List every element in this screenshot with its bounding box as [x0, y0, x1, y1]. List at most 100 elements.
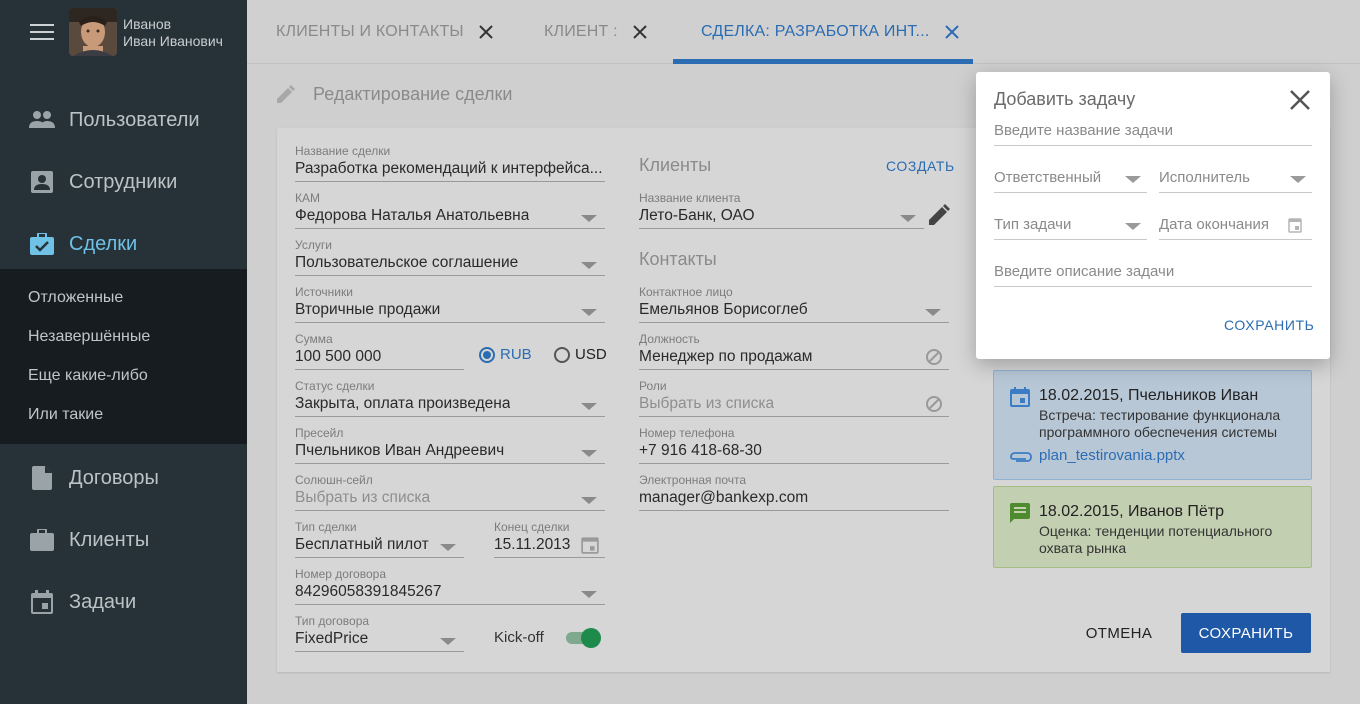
tab-bar: КЛИЕНТЫ И КОНТАКТЫ КЛИЕНТ : СДЕЛКА: РАЗР… — [247, 0, 1360, 64]
sidebar-item-tasks[interactable]: Задачи — [0, 571, 247, 633]
currency-radio-usd[interactable]: USD — [554, 346, 607, 363]
create-client-button[interactable]: СОЗДАТЬ — [886, 158, 955, 174]
task-type-select[interactable]: Тип задачи — [994, 214, 1147, 240]
radio-checked-icon — [479, 346, 495, 363]
due-date-field[interactable]: Дата окончания — [1159, 214, 1312, 240]
deal-type-select[interactable]: Тип сделки Бесплатный пилот — [295, 520, 464, 558]
field-placeholder: Введите название задачи — [994, 122, 1173, 139]
pencil-icon — [277, 84, 297, 105]
field-placeholder: Ответственный — [994, 169, 1102, 186]
responsible-select[interactable]: Ответственный — [994, 167, 1147, 193]
field-value: 84296058391845267 — [295, 583, 442, 600]
email-field[interactable]: Электронная почта manager@bankexp.com — [639, 473, 949, 511]
avatar[interactable] — [69, 8, 117, 56]
chevron-down-icon — [1125, 223, 1141, 230]
user-name: Иванов Иван Иванович — [123, 16, 223, 50]
task-description-input[interactable]: Введите описание задачи — [994, 261, 1312, 287]
calendar-icon[interactable] — [1288, 217, 1302, 233]
close-icon[interactable] — [632, 24, 648, 40]
chevron-down-icon — [581, 591, 597, 598]
presale-select[interactable]: Пресейл Пчельников Иван Андреевич — [295, 426, 605, 464]
badge-icon — [29, 169, 55, 195]
tab-client[interactable]: КЛИЕНТ : — [544, 0, 648, 64]
sidebar-item-users[interactable]: Пользователи — [0, 89, 247, 151]
field-value: Пчельников Иван Андреевич — [295, 442, 505, 459]
contract-type-select[interactable]: Тип договора FixedPrice — [295, 614, 464, 652]
pencil-icon[interactable] — [928, 204, 950, 226]
sources-select[interactable]: Источники Вторичные продажи — [295, 285, 605, 323]
services-select[interactable]: Услуги Пользовательское соглашение — [295, 238, 605, 276]
save-button[interactable]: СОХРАНИТЬ — [1181, 613, 1311, 653]
cancel-button[interactable]: ОТМЕНА — [1072, 613, 1166, 653]
submenu-item[interactable]: Или такие — [28, 406, 103, 424]
field-value: +7 916 418-68-30 — [639, 442, 762, 459]
page-header: Редактирование сделки — [277, 84, 512, 105]
tab-clients-contacts[interactable]: КЛИЕНТЫ И КОНТАКТЫ — [276, 0, 494, 64]
field-placeholder: Выбрать из списка — [639, 395, 775, 412]
field-label: Тип договора — [295, 614, 370, 628]
solution-sale-select[interactable]: Солюшн-сейл Выбрать из списка — [295, 473, 605, 511]
activity-card[interactable]: 18.02.2015, Иванов Пётр Оценка: тенденци… — [993, 486, 1312, 568]
submenu-item[interactable]: Еще какие-либо — [28, 367, 148, 385]
radio-unchecked-icon — [554, 346, 570, 363]
executor-select[interactable]: Исполнитель — [1159, 167, 1312, 193]
field-label: Тип сделки — [295, 520, 357, 534]
field-value: Разработка рекомендаций к интерфейса... — [295, 160, 603, 177]
position-field[interactable]: Должность Менеджер по продажам — [639, 332, 949, 370]
field-value: Пользовательское соглашение — [295, 254, 519, 271]
page-title: Редактирование сделки — [313, 84, 513, 104]
active-tab-indicator — [673, 59, 973, 64]
phone-field[interactable]: Номер телефона +7 916 418-68-30 — [639, 426, 949, 464]
contract-number-select[interactable]: Номер договора 84296058391845267 — [295, 567, 605, 605]
task-name-input[interactable]: Введите название задачи — [994, 120, 1312, 146]
roles-field[interactable]: Роли Выбрать из списка — [639, 379, 949, 417]
deal-end-date-field[interactable]: Конец сделки 15.11.2013 — [494, 520, 605, 558]
field-value: Закрыта, оплата произведена — [295, 395, 511, 412]
sidebar-item-contracts[interactable]: Договоры — [0, 447, 247, 509]
chevron-down-icon — [581, 497, 597, 504]
activity-card[interactable]: 18.02.2015, Пчельников Иван Встреча: тес… — [993, 370, 1312, 480]
activity-date: 18.02.2015, — [1039, 387, 1124, 404]
chevron-down-icon — [581, 309, 597, 316]
chevron-down-icon — [925, 309, 941, 316]
submenu-item[interactable]: Отложенные — [28, 289, 123, 307]
contact-person-select[interactable]: Контактное лицо Емельянов Борисоглеб — [639, 285, 949, 323]
document-icon — [29, 465, 55, 491]
activity-person: Пчельников Иван — [1127, 387, 1259, 404]
currency-radio-rub[interactable]: RUB — [479, 346, 532, 363]
tab-label: СДЕЛКА: РАЗРАБОТКА ИНТ... — [701, 23, 930, 40]
sidebar-item-clients[interactable]: Клиенты — [0, 509, 247, 571]
activity-title: 18.02.2015, Пчельников Иван — [1039, 387, 1258, 405]
submenu-item[interactable]: Незавершённые — [28, 328, 150, 346]
close-icon[interactable] — [944, 24, 960, 40]
field-label: Услуги — [295, 238, 332, 252]
people-icon — [29, 107, 55, 133]
kam-select[interactable]: КАМ Федорова Наталья Анатольевна — [295, 191, 605, 229]
tab-label: КЛИЕНТЫ И КОНТАКТЫ — [276, 23, 464, 40]
client-name-select[interactable]: Название клиента Лето-Банк, ОАО — [639, 191, 924, 229]
deal-status-select[interactable]: Статус сделки Закрыта, оплата произведен… — [295, 379, 605, 417]
sidebar-item-deals[interactable]: Сделки — [0, 213, 247, 275]
close-icon[interactable] — [478, 24, 494, 40]
kickoff-label: Kick-off — [494, 629, 544, 646]
deal-name-field[interactable]: Название сделки Разработка рекомендаций … — [295, 144, 605, 182]
amount-field[interactable]: Сумма 100 500 000 — [295, 332, 464, 370]
close-icon[interactable] — [1289, 89, 1311, 111]
field-label: Номер договора — [295, 567, 386, 581]
menu-icon[interactable] — [30, 24, 54, 40]
dialog-save-button[interactable]: СОХРАНИТЬ — [1224, 317, 1314, 333]
briefcase-check-icon — [29, 231, 55, 257]
calendar-icon[interactable] — [581, 536, 599, 554]
field-value: 15.11.2013 — [494, 536, 571, 553]
activity-text: Встреча: тестирование функционала програ… — [1039, 407, 1281, 440]
tab-deal[interactable]: СДЕЛКА: РАЗРАБОТКА ИНТ... — [701, 0, 960, 64]
sidebar-item-label: Договоры — [69, 466, 159, 489]
chevron-down-icon — [440, 638, 456, 645]
activity-person: Иванов Пётр — [1127, 503, 1225, 520]
field-label: Роли — [639, 379, 667, 393]
sidebar-item-employees[interactable]: Сотрудники — [0, 151, 247, 213]
field-placeholder: Введите описание задачи — [994, 263, 1175, 280]
attachment-link[interactable]: plan_testirovania.pptx — [1039, 447, 1185, 464]
field-value: 100 500 000 — [295, 348, 382, 365]
kickoff-toggle[interactable] — [566, 628, 601, 648]
